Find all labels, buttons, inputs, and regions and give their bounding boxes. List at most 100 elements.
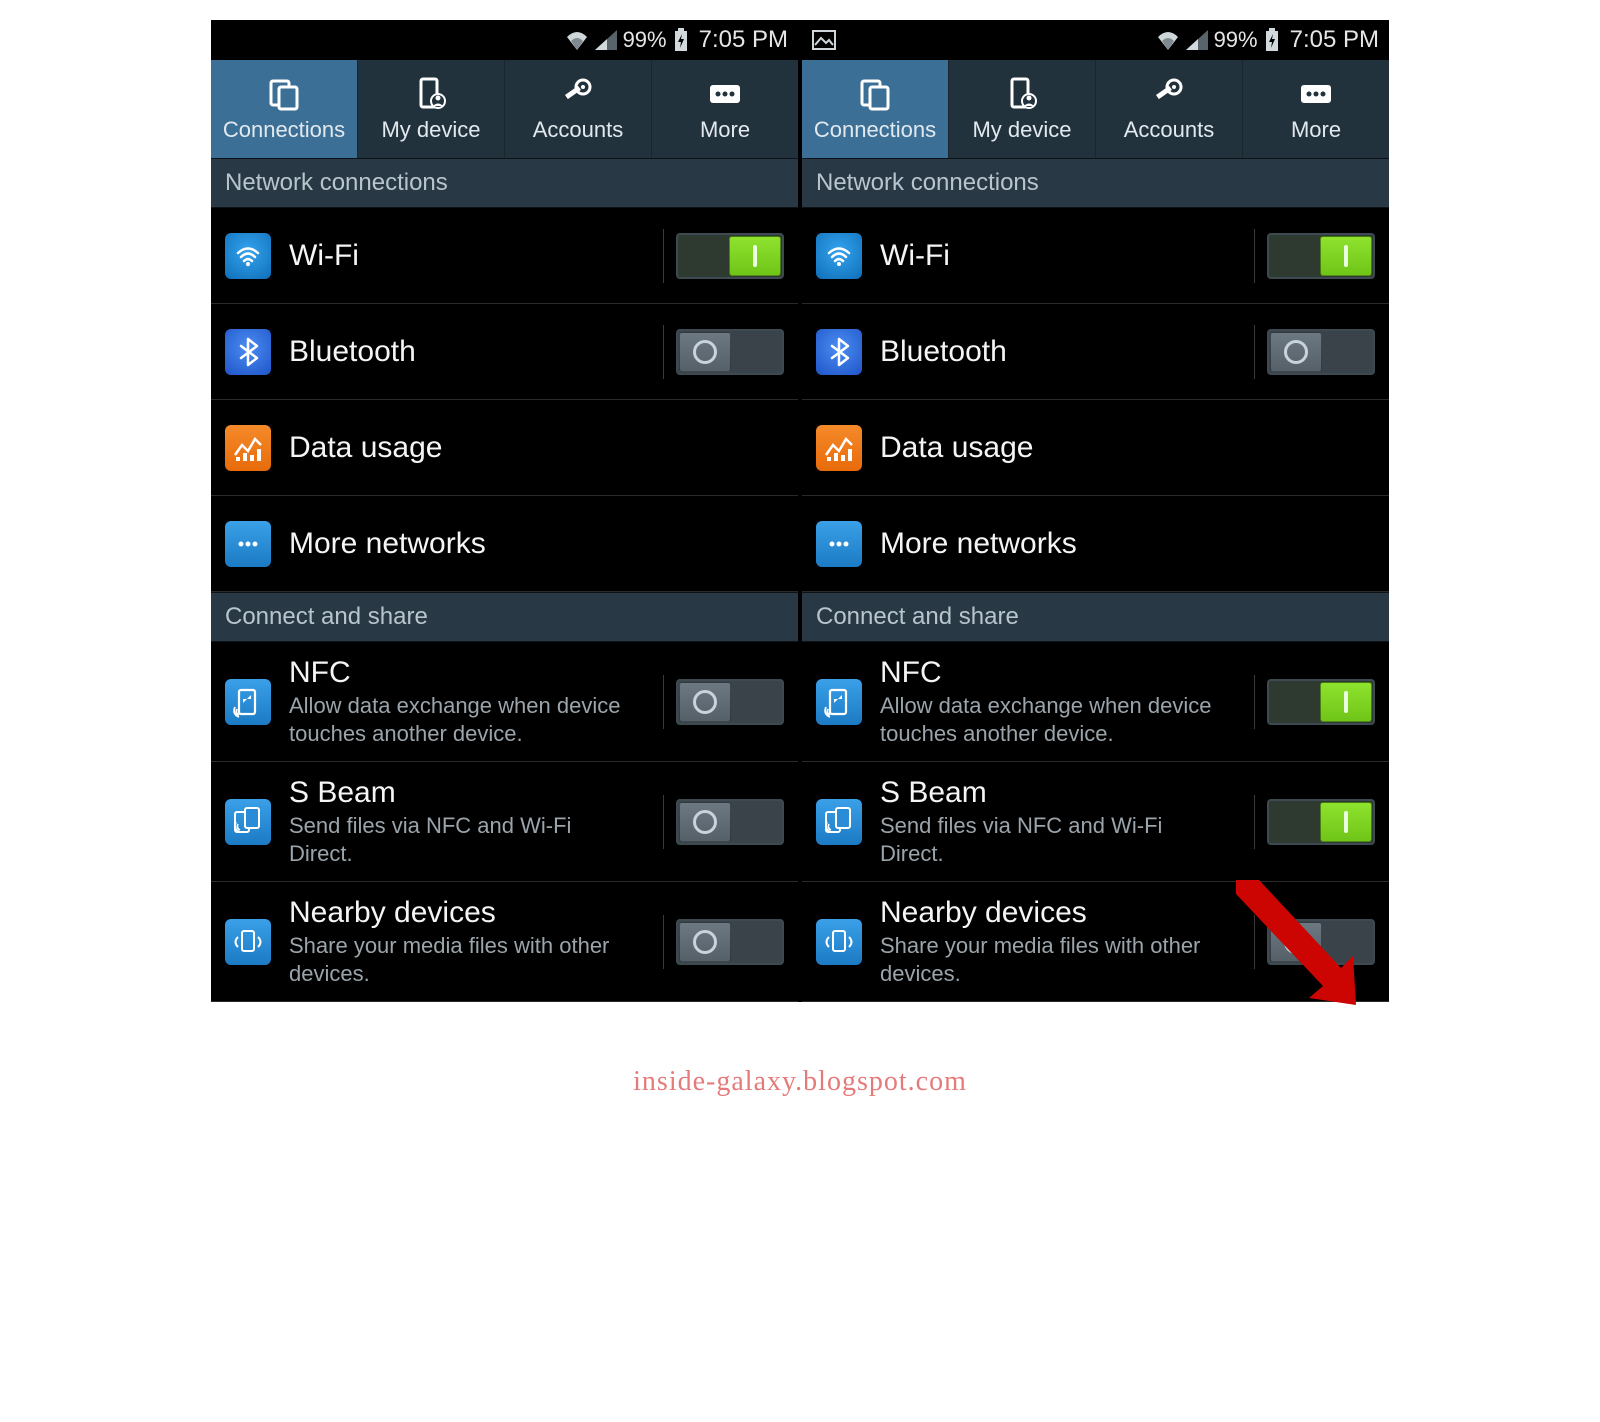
row-sbeam[interactable]: S Beam Send files via NFC and Wi-Fi Dire…	[211, 762, 798, 882]
section-connect-share: Connect and share	[802, 592, 1389, 642]
toggle-nfc[interactable]	[676, 679, 784, 725]
row-title: More networks	[289, 527, 784, 561]
tab-more[interactable]: More	[652, 60, 798, 158]
data-usage-icon	[225, 425, 271, 471]
tab-label: My device	[381, 117, 480, 143]
toggle-wifi[interactable]	[676, 233, 784, 279]
signal-icon	[1186, 30, 1208, 50]
battery-percent: 99%	[1214, 27, 1258, 53]
battery-percent: 99%	[623, 27, 667, 53]
sbeam-icon	[816, 799, 862, 845]
row-bluetooth[interactable]: Bluetooth	[802, 304, 1389, 400]
toggle-sbeam[interactable]	[676, 799, 784, 845]
row-title: Bluetooth	[289, 335, 651, 369]
divider	[663, 325, 664, 379]
watermark-text: inside-galaxy.blogspot.com	[211, 1066, 1389, 1098]
bluetooth-icon	[225, 329, 271, 375]
row-more-networks[interactable]: More networks	[211, 496, 798, 592]
row-data-usage[interactable]: Data usage	[211, 400, 798, 496]
divider	[1254, 229, 1255, 283]
tab-my-device[interactable]: My device	[358, 60, 505, 158]
nfc-icon	[225, 679, 271, 725]
tab-my-device[interactable]: My device	[949, 60, 1096, 158]
tab-accounts[interactable]: Accounts	[505, 60, 652, 158]
data-usage-icon	[816, 425, 862, 471]
battery-charging-icon	[1264, 28, 1280, 52]
nearby-devices-icon	[225, 919, 271, 965]
status-bar: 99% 7:05 PM	[211, 20, 798, 60]
row-subtitle: Send files via NFC and Wi-Fi Direct.	[289, 812, 629, 867]
row-more-networks[interactable]: More networks	[802, 496, 1389, 592]
more-networks-icon	[225, 521, 271, 567]
section-network-connections: Network connections	[211, 158, 798, 208]
row-data-usage[interactable]: Data usage	[802, 400, 1389, 496]
divider	[1254, 325, 1255, 379]
row-subtitle: Share your media files with other device…	[289, 932, 629, 987]
toggle-nfc[interactable]	[1267, 679, 1375, 725]
tab-connections[interactable]: Connections	[802, 60, 949, 158]
divider	[1254, 795, 1255, 849]
row-sbeam[interactable]: S Beam Send files via NFC and Wi-Fi Dire…	[802, 762, 1389, 882]
more-icon	[1297, 75, 1335, 113]
row-title: More networks	[880, 527, 1375, 561]
row-nfc[interactable]: NFC Allow data exchange when device touc…	[802, 642, 1389, 762]
divider	[663, 915, 664, 969]
row-subtitle: Share your media files with other device…	[880, 932, 1220, 987]
toggle-wifi[interactable]	[1267, 233, 1375, 279]
section-connect-share: Connect and share	[211, 592, 798, 642]
more-icon	[706, 75, 744, 113]
row-subtitle: Send files via NFC and Wi-Fi Direct.	[880, 812, 1220, 867]
accounts-icon	[559, 75, 597, 113]
row-title: Data usage	[880, 431, 1375, 465]
row-title: Nearby devices	[880, 896, 1242, 930]
tab-more[interactable]: More	[1243, 60, 1389, 158]
more-networks-icon	[816, 521, 862, 567]
accounts-icon	[1150, 75, 1188, 113]
tab-label: Connections	[223, 117, 345, 143]
comparison-canvas: 99% 7:05 PM Connections My device	[211, 20, 1389, 1002]
wifi-icon	[816, 233, 862, 279]
wifi-status-icon	[1156, 30, 1180, 50]
divider	[1254, 915, 1255, 969]
divider	[663, 675, 664, 729]
sbeam-icon	[225, 799, 271, 845]
toggle-sbeam[interactable]	[1267, 799, 1375, 845]
row-title: Wi-Fi	[880, 239, 1242, 273]
row-nfc[interactable]: NFC Allow data exchange when device touc…	[211, 642, 798, 762]
row-subtitle: Allow data exchange when device touches …	[289, 692, 629, 747]
settings-tabs: Connections My device Accounts More	[802, 60, 1389, 158]
row-wifi[interactable]: Wi-Fi	[211, 208, 798, 304]
toggle-bluetooth[interactable]	[1267, 329, 1375, 375]
nearby-devices-icon	[816, 919, 862, 965]
tab-label: Accounts	[1124, 117, 1215, 143]
row-title: NFC	[289, 656, 651, 690]
row-wifi[interactable]: Wi-Fi	[802, 208, 1389, 304]
row-subtitle: Allow data exchange when device touches …	[880, 692, 1220, 747]
tab-label: Accounts	[533, 117, 624, 143]
divider	[663, 229, 664, 283]
battery-charging-icon	[673, 28, 689, 52]
row-title: Bluetooth	[880, 335, 1242, 369]
toggle-nearby[interactable]	[1267, 919, 1375, 965]
divider	[663, 795, 664, 849]
row-title: Data usage	[289, 431, 784, 465]
row-bluetooth[interactable]: Bluetooth	[211, 304, 798, 400]
my-device-icon	[1003, 75, 1041, 113]
divider	[1254, 675, 1255, 729]
status-bar: 99% 7:05 PM	[802, 20, 1389, 60]
row-nearby-devices[interactable]: Nearby devices Share your media files wi…	[802, 882, 1389, 1002]
connections-icon	[265, 75, 303, 113]
picture-notification-icon	[812, 30, 836, 50]
tab-connections[interactable]: Connections	[211, 60, 358, 158]
row-title: S Beam	[880, 776, 1242, 810]
row-title: Nearby devices	[289, 896, 651, 930]
row-nearby-devices[interactable]: Nearby devices Share your media files wi…	[211, 882, 798, 1002]
tab-accounts[interactable]: Accounts	[1096, 60, 1243, 158]
nfc-icon	[816, 679, 862, 725]
tab-label: More	[700, 117, 750, 143]
toggle-nearby[interactable]	[676, 919, 784, 965]
tab-label: Connections	[814, 117, 936, 143]
clock: 7:05 PM	[699, 26, 788, 54]
toggle-bluetooth[interactable]	[676, 329, 784, 375]
tab-label: My device	[972, 117, 1071, 143]
